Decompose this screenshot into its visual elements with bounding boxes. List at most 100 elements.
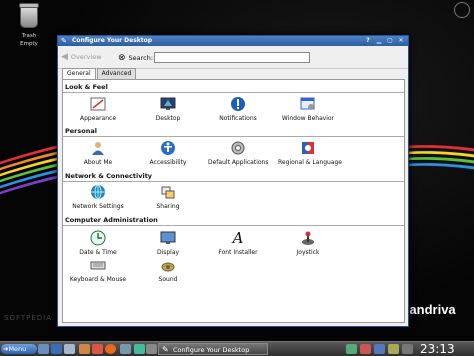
terminal-icon[interactable] [51,344,62,354]
configure-desktop-task-icon: ✎ [162,345,169,354]
date-time-icon [90,230,106,246]
window-toolbar: ◀ Overview ⊗ Search: [58,46,408,69]
tray-icon[interactable] [402,344,413,354]
section-title-look-feel: Look & Feel [65,83,108,91]
item-window-behavior[interactable]: Window Behavior [278,96,338,122]
clock[interactable]: 23:13 [420,342,455,356]
item-desktop[interactable]: Desktop [138,96,198,122]
close-icon[interactable]: ✕ [397,37,405,45]
trash-desktop-icon[interactable]: Trash Empty [12,3,46,48]
mail-icon[interactable] [120,344,131,354]
taskbar: ➜Menu ✎ Configure Your Desktop 23:13 [0,341,474,356]
binoculars-icon: ⊗ [118,53,126,63]
desktop-toolbox-icon[interactable] [454,2,470,18]
tray-icon[interactable] [388,344,399,354]
default-applications-icon [230,140,246,156]
maximize-icon[interactable]: ▢ [386,37,394,45]
search-label: ⊗ Search: [118,53,153,63]
system-icon[interactable] [146,344,157,354]
item-date-time[interactable]: Date & Time [68,230,128,256]
item-label: Desktop [155,115,181,122]
watermark: SOFTPEDIA [4,314,53,322]
back-arrow-icon: ◀ [61,52,68,62]
item-sound[interactable]: Sound [138,257,198,283]
notifications-icon [230,96,246,112]
home-folder-icon[interactable] [64,344,75,354]
settings-content: Look & Feel Appearance Desktop Notificat… [62,79,405,323]
window-title: Configure Your Desktop [72,37,153,44]
item-label: Regional & Language [278,159,342,166]
item-label: Default Applications [208,159,269,166]
network-icon[interactable] [134,344,145,354]
taskbar-window-configure-desktop[interactable]: ✎ Configure Your Desktop [158,343,268,355]
item-about-me[interactable]: About Me [68,140,128,166]
trash-icon [19,3,39,28]
item-notifications[interactable]: Notifications [208,96,268,122]
task-label: Configure Your Desktop [173,346,250,354]
item-label: Date & Time [79,249,117,256]
item-label: Notifications [219,115,257,122]
item-label: Keyboard & Mouse [69,276,127,283]
tools-icon[interactable] [79,344,90,354]
display-icon [160,230,176,246]
sound-icon [160,257,176,273]
window-behavior-icon [300,96,316,112]
item-default-applications[interactable]: Default Applications [208,140,268,166]
item-label: Sound [158,276,178,283]
section-title-network: Network & Connectivity [65,172,153,180]
item-accessibility[interactable]: Accessibility [138,140,198,166]
section-title-computer-admin: Computer Administration [65,216,158,224]
item-joystick[interactable]: Joystick [278,230,338,256]
section-divider [63,225,404,226]
item-label: Network Settings [72,203,124,210]
item-sharing[interactable]: Sharing [138,184,198,210]
tab-bar: General Advanced [62,68,137,79]
window-app-icon[interactable]: ✎ [61,37,69,45]
item-label: Appearance [79,115,117,122]
app-launcher-icon[interactable] [92,344,103,354]
regional-language-icon [300,140,316,156]
item-label: About Me [83,159,113,166]
joystick-icon [300,230,316,246]
sharing-icon [160,184,176,200]
search-label-text: Search: [128,54,154,62]
item-label: Window Behavior [281,115,335,122]
menu-label: Menu [8,345,27,353]
file-manager-icon[interactable] [38,344,49,354]
section-divider [63,92,404,93]
section-divider [63,181,404,182]
item-network-settings[interactable]: Network Settings [68,184,128,210]
accessibility-icon [160,140,176,156]
tray-icon[interactable] [374,344,385,354]
item-label: Font Installer [218,249,258,256]
firefox-icon[interactable] [105,344,116,354]
window-titlebar[interactable]: ✎ Configure Your Desktop ? ▁ ▢ ✕ [58,36,408,46]
tab-advanced[interactable]: Advanced [96,68,137,79]
tab-general[interactable]: General [62,68,96,79]
search-input[interactable] [154,52,310,63]
keyboard-mouse-icon [90,257,106,273]
font-installer-icon: A [232,229,244,247]
desktop-icon [160,96,176,112]
minimize-icon[interactable]: ▁ [375,37,383,45]
overview-label: Overview [70,53,102,61]
configure-desktop-window: ✎ Configure Your Desktop ? ▁ ▢ ✕ ◀ Overv… [57,35,409,327]
tray-icon[interactable] [360,344,371,354]
appearance-icon [90,96,106,112]
tray-icon[interactable] [346,344,357,354]
network-settings-icon [90,184,106,200]
item-display[interactable]: Display [138,230,198,256]
item-regional-language[interactable]: Regional & Language [278,140,342,166]
about-me-icon [90,140,106,156]
item-label: Accessibility [149,159,187,166]
item-keyboard-mouse[interactable]: Keyboard & Mouse [68,257,128,283]
item-font-installer[interactable]: A Font Installer [208,229,268,256]
item-label: Joystick [296,249,320,256]
help-icon[interactable]: ? [364,37,372,45]
menu-button[interactable]: ➜Menu [1,344,37,354]
section-divider [63,136,404,137]
overview-button[interactable]: ◀ Overview [61,50,102,64]
item-appearance[interactable]: Appearance [68,96,128,122]
item-label: Display [156,249,180,256]
trash-label: Trash Empty [20,33,38,47]
